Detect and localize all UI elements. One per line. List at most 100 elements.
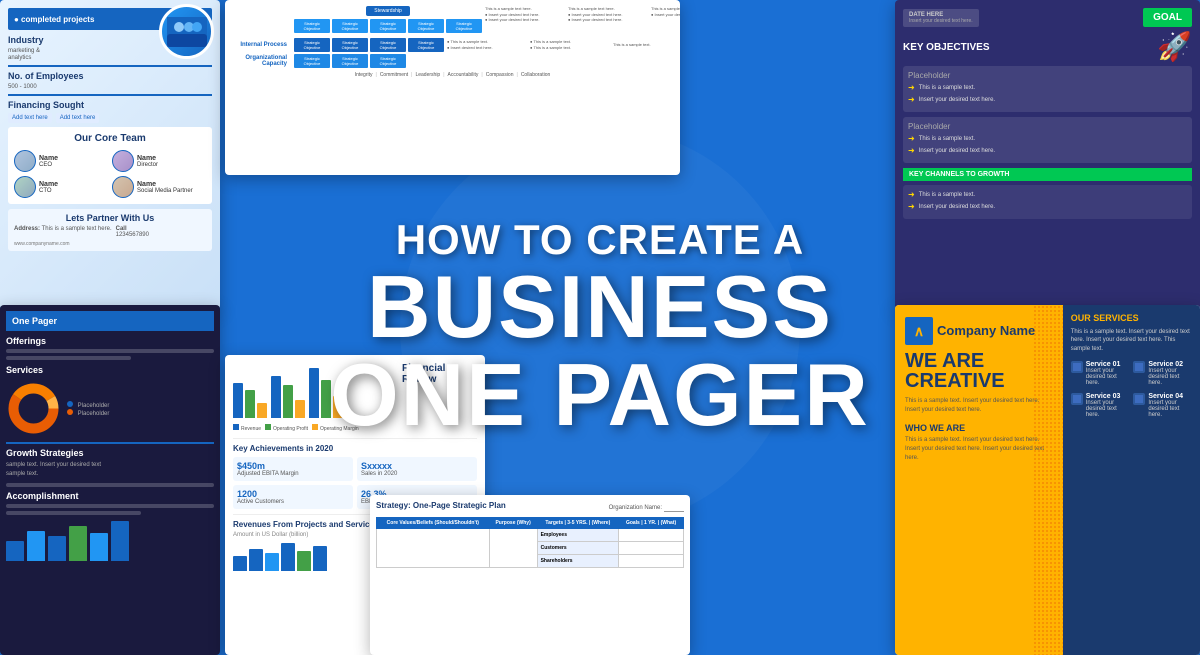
strategy-table: Core Values/Beliefs (Should/Shouldn't) P… <box>376 517 684 568</box>
member-name-3: Name <box>137 181 193 188</box>
channel-text-0: This is a sample text. <box>919 192 975 198</box>
who-we-are-text: This is a sample text. Insert your desir… <box>905 436 1053 463</box>
col-goals: Goals | 1 YR. | (What) <box>619 518 684 529</box>
bar-1-3 <box>257 403 267 418</box>
company-brand-section: ∧ Company Name WE ARE CREATIVE This is a… <box>895 305 1063 655</box>
date-goal-header: DATE HERE Insert your desired text here.… <box>903 8 1192 27</box>
team-member-0: Name CEO <box>14 150 108 172</box>
core-values-cell <box>377 529 490 568</box>
goals-customers-1 <box>619 542 684 555</box>
placeholder-label-0: Placeholder <box>908 71 1187 80</box>
cap-obj-1: StrategicObjective <box>294 54 330 68</box>
lets-partner-title: Lets Partner With Us <box>14 213 206 223</box>
svc-svg-2 <box>1073 395 1081 403</box>
achieve-label-0: Adjusted EBITA Margin <box>237 471 349 477</box>
value-commitment: Commitment <box>380 72 408 78</box>
arrow-text-0b: Insert your desired text here. <box>919 97 995 103</box>
service-icon-0 <box>1071 361 1083 373</box>
wl-2 <box>6 356 131 360</box>
rev-bar-5 <box>297 551 311 571</box>
achieve-item-2: 1200 Active Customers <box>233 485 353 509</box>
col-targets: Targets | 3-5 YRS. | (Where) <box>537 518 619 529</box>
placeholder-block-0: Placeholder ➜ This is a sample text. ➜ I… <box>903 66 1192 112</box>
legend-label-1: Placeholder <box>78 411 110 417</box>
int-obj-3: StrategicObjective <box>370 38 406 52</box>
achieve-num-1: Sxxxxx <box>361 461 473 471</box>
obj-2: StrategicObjective <box>332 19 368 33</box>
date-label: DATE HERE <box>909 12 943 18</box>
team-photo-svg <box>167 17 207 47</box>
service-icon-3 <box>1133 393 1145 405</box>
strategy-title: Strategy: One-Page Strategic Plan <box>376 501 506 510</box>
growth-text: sample text. Insert your desired textsam… <box>6 461 214 479</box>
service-num-0: Service 01 <box>1086 361 1130 368</box>
right-text-cols-3: This is a sample text here.● Insert your… <box>651 6 680 35</box>
employees-section: No. of Employees 500 - 1000 <box>8 71 212 90</box>
org-name-label: Organization Name: <box>609 505 662 511</box>
int-obj-4: StrategicObjective <box>408 38 444 52</box>
channel-arrow-0: ➜ <box>908 190 915 199</box>
service-icon-1 <box>1133 361 1145 373</box>
cap-obj-2: StrategicObjective <box>332 54 368 68</box>
right-text-cols-2: This is a sample text here.● Insert your… <box>568 6 648 35</box>
mini-bar-1 <box>6 541 24 561</box>
who-we-are-title: WHO WE ARE <box>905 423 1053 433</box>
member-info-0: Name CEO <box>39 155 58 168</box>
int-text-1: ● This is a sample text.● Insert desired… <box>447 39 527 50</box>
website-email: www.companyname.com <box>14 241 206 247</box>
bar-3-1 <box>309 368 319 418</box>
team-grid: Name CEO Name Director <box>14 150 206 198</box>
arrow-item-3: ➜ Insert your desired text here. <box>908 146 1187 155</box>
phone-value: 1234567890 <box>116 232 149 238</box>
service-label-1: Insert your desired text here. <box>1148 368 1192 386</box>
company-desc: This is a sample text. Insert your desir… <box>905 397 1053 415</box>
services-title: Services <box>6 365 214 375</box>
org-top-row: Stewardship StrategicObjective Strategic… <box>231 6 674 35</box>
bar-group-2 <box>271 376 305 418</box>
bar-1-2 <box>245 390 255 418</box>
targets-employees-header: Employees <box>537 529 619 542</box>
legend-item-0: Placeholder <box>67 401 109 409</box>
arrow-text-1a: This is a sample text. <box>919 136 975 142</box>
value-integrity: Integrity <box>355 72 373 78</box>
internal-objs: StrategicObjective StrategicObjective St… <box>294 38 444 52</box>
products-items: Add text here Add text here <box>8 113 212 123</box>
cap-obj-3: StrategicObjective <box>370 54 406 68</box>
one-pager-text: ONE PAGER <box>320 351 880 439</box>
targets-customers-header: Customers <box>537 542 619 555</box>
card-bottom-left: One Pager Offerings Services Pla <box>0 305 220 655</box>
rev-bar-1 <box>233 556 247 571</box>
goals-employees-1 <box>619 529 684 542</box>
arrow-icon-1: ➜ <box>908 95 915 104</box>
date-section: DATE HERE Insert your desired text here. <box>903 9 979 27</box>
spacer <box>231 6 291 28</box>
company-logo: ∧ <box>905 317 933 345</box>
value-collaboration: Collaboration <box>521 72 550 78</box>
service-num-2: Service 03 <box>1086 393 1130 400</box>
arrow-icon-2: ➜ <box>908 134 915 143</box>
rev-bar-4 <box>281 543 295 571</box>
core-team-section: Our Core Team Name CEO Name Director <box>8 127 212 204</box>
card-bottom-right: ∧ Company Name WE ARE CREATIVE This is a… <box>895 305 1200 655</box>
placeholder-block-1: Placeholder ➜ This is a sample text. ➜ I… <box>903 117 1192 163</box>
channel-arrow-1: ➜ <box>908 202 915 211</box>
company-logo-row: ∧ Company Name <box>905 317 1053 345</box>
wl-1 <box>6 349 214 353</box>
wl-5 <box>6 511 141 515</box>
stewardship-box: Stewardship <box>366 6 410 16</box>
lets-partner-section: Lets Partner With Us Address: This is a … <box>8 209 212 251</box>
value-accountability: Accountability <box>448 72 479 78</box>
obj-5: StrategicObjective <box>446 19 482 33</box>
service-item-1: Service 02 Insert your desired text here… <box>1133 361 1192 386</box>
employees-value: 500 - 1000 <box>8 84 212 90</box>
donut-area: Placeholder Placeholder <box>6 381 214 436</box>
team-member-2: Name CTO <box>14 176 108 198</box>
we-are-text: WE ARE <box>905 351 1053 371</box>
service-text-0: Service 01 Insert your desired text here… <box>1086 361 1130 386</box>
col-purpose: Purpose (Why) <box>489 518 537 529</box>
arrow-icon-3: ➜ <box>908 146 915 155</box>
core-team-title: Our Core Team <box>14 133 206 144</box>
employees-label: No. of Employees <box>8 71 212 81</box>
bar-2-1 <box>271 376 281 418</box>
product-1: Add text here <box>8 113 52 123</box>
